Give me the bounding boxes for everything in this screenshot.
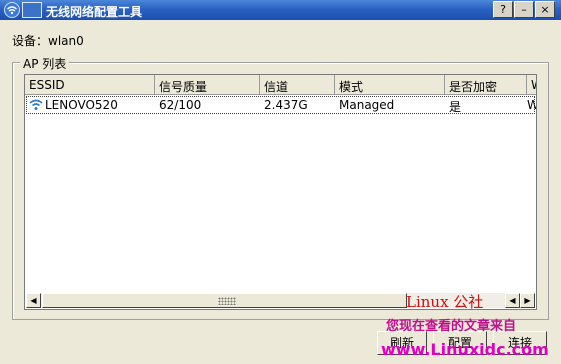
window-title: 无线网络配置工具 [46, 5, 143, 19]
column-header-encrypted[interactable]: 是否加密 [445, 75, 527, 95]
ap-list-title: AP 列表 [20, 55, 70, 72]
minimize-button[interactable]: – [514, 1, 534, 18]
scroll-right-button[interactable]: ▶ [520, 293, 535, 308]
window-menu-icon[interactable] [22, 2, 42, 18]
cell-mode: Managed [339, 98, 395, 112]
column-header-essid[interactable]: ESSID [25, 75, 155, 95]
column-header-channel[interactable]: 信道 [260, 75, 335, 95]
wifi-icon [4, 2, 20, 18]
scroll-left-button-2[interactable]: ◀ [505, 293, 520, 308]
ap-list-table[interactable]: ESSID 信号质量 信道 模式 是否加密 W LENOVO520 62/100… [24, 74, 537, 310]
cell-channel: 2.437G [264, 98, 308, 112]
close-button[interactable]: × [535, 1, 555, 18]
scroll-left-button[interactable]: ◀ [26, 293, 41, 308]
watermark-title: Linux 公社 [406, 293, 484, 311]
device-label: 设备：wlan0 [12, 34, 84, 48]
cell-essid: LENOVO520 [45, 98, 118, 112]
scroll-thumb[interactable] [42, 293, 407, 308]
watermark-url: www.Linuxidc.com [381, 340, 549, 359]
grip-icon [218, 297, 236, 305]
cell-w: W [527, 97, 536, 113]
column-header-w[interactable]: W [527, 75, 536, 95]
column-header-mode[interactable]: 模式 [335, 75, 445, 95]
cell-encrypted: 是 [449, 100, 462, 113]
column-header-quality[interactable]: 信号质量 [155, 75, 260, 95]
help-button[interactable]: ? [493, 1, 513, 18]
watermark-subtitle: 您现在查看的文章来自 [386, 319, 517, 334]
title-bar: 无线网络配置工具 ? – × [0, 0, 561, 20]
cell-quality: 62/100 [159, 98, 202, 112]
